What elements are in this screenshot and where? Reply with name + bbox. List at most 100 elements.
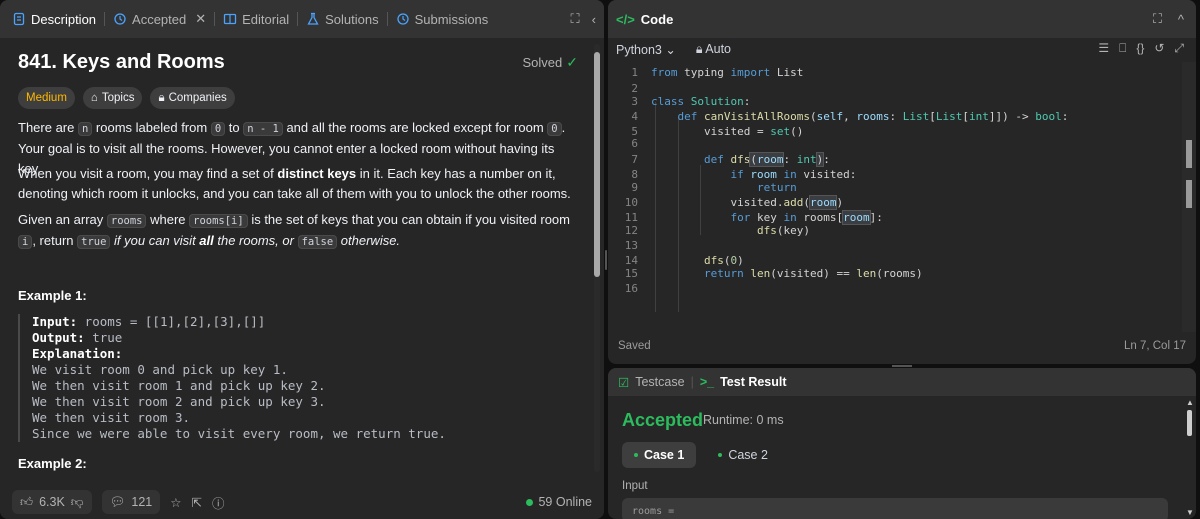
tab-separator: | (690, 375, 694, 389)
tab-accepted[interactable]: Accepted ✕ (107, 0, 212, 38)
explanation-line: Since we were able to visit every room, … (32, 426, 446, 441)
checkbox-icon: ☑ (618, 375, 630, 390)
test-scrollbar-thumb[interactable] (1187, 410, 1192, 436)
collapse-icon[interactable]: ‹ (592, 12, 596, 27)
problem-description: 841. Keys and Rooms Solved ✓ Medium ⌂ Top… (0, 38, 596, 479)
tag-icon: ⌂ (90, 92, 98, 104)
topics-chip[interactable]: ⌂ Topics (82, 87, 143, 109)
inline-code: rooms (106, 214, 147, 228)
scroll-marker (1186, 180, 1192, 208)
difficulty-badge[interactable]: Medium (18, 87, 75, 109)
tab-submissions[interactable]: Submissions (390, 0, 495, 38)
inline-code: rooms[i] (189, 214, 248, 228)
undo-icon[interactable]: ↺ (1154, 41, 1164, 55)
comments-button[interactable]: 💬︎ 121 (101, 490, 161, 514)
bookmark-icon[interactable]: ⎕ (1119, 41, 1126, 56)
italic-text: otherwise. (337, 233, 401, 248)
problem-footer: 👍︎ 6.3K 👎︎ 💬︎ 121 ☆ ⇱ ⓘ 59 Online (0, 485, 604, 519)
line-number: 7 (631, 153, 638, 166)
passed-dot-icon (718, 453, 723, 457)
tab-accepted-label: Accepted (132, 11, 187, 27)
maximize-icon[interactable]: ⛶ (571, 11, 580, 27)
line-number: 6 (631, 137, 638, 150)
code-editor[interactable]: 1 2 3 4 5 6 7 8 9 10 11 12 13 14 15 16 f… (608, 62, 1182, 332)
tab-separator (214, 12, 216, 26)
inline-code: false (297, 235, 338, 249)
input-label: Input (622, 480, 648, 492)
line-number: 9 (631, 181, 638, 194)
test-scrollbar[interactable]: ▲ ▼ (1184, 396, 1196, 519)
problem-panel: Description Accepted ✕ Editorial Solutio… (0, 0, 604, 519)
example-1-title: Example 1: (18, 288, 87, 303)
problem-title: 841. Keys and Rooms (18, 51, 225, 73)
case-2-tab[interactable]: Case 2 (706, 442, 780, 468)
code-line: def dfs(room: int): (703, 152, 830, 167)
bold-text: all (199, 233, 214, 248)
tab-separator (104, 12, 106, 26)
companies-chip[interactable]: 🔒︎ Companies (150, 87, 235, 109)
inline-code: n (77, 122, 93, 136)
like-dislike-group: 👍︎ 6.3K 👎︎ (12, 490, 92, 514)
star-icon[interactable]: ☆ (170, 495, 181, 510)
explanation-line: We visit room 0 and pick up key 1. (32, 362, 288, 377)
tab-submissions-label: Submissions (414, 11, 489, 27)
code-line: from typing import List (651, 66, 804, 79)
thumbs-down-icon[interactable]: 👎︎ (71, 495, 84, 510)
test-panel: ☑ Testcase | >_ Test Result Accepted Run… (608, 368, 1196, 519)
case-label: Case 1 (644, 448, 685, 462)
line-number: 8 (631, 168, 638, 181)
description-paragraph-3: Given an array rooms where rooms[i] is t… (18, 210, 578, 252)
notes-icon[interactable]: ☰ (1098, 41, 1109, 55)
topics-label: Topics (101, 92, 135, 104)
tab-editorial-label: Editorial (242, 11, 290, 27)
help-icon[interactable]: ⓘ (212, 493, 225, 512)
auto-mode[interactable]: 🔒︎ Auto (696, 42, 731, 57)
inline-code: true (77, 235, 111, 249)
companies-label: Companies (168, 92, 227, 104)
tab-editorial[interactable]: Editorial (217, 0, 295, 38)
language-select[interactable]: Python3 ⌄ (616, 42, 676, 57)
text: When you visit a room, you may find a se… (18, 166, 278, 181)
italic-text: if you can visit (110, 233, 200, 248)
close-icon[interactable]: ✕ (195, 11, 206, 27)
case-tabs: Case 1 Case 2 (622, 442, 780, 468)
book-icon (223, 13, 237, 25)
line-number: 14 (624, 254, 638, 267)
expand-icon[interactable]: ⤢ (1174, 41, 1184, 56)
scroll-up-icon[interactable]: ▲ (1186, 398, 1194, 407)
tab-testcase[interactable]: Testcase (635, 375, 684, 389)
description-scrollbar-thumb[interactable] (594, 52, 600, 277)
code-header: </> Code ⛶ ^ (608, 0, 1196, 38)
bold-text: distinct keys (277, 166, 357, 181)
code-line: dfs(0) (703, 254, 744, 267)
tab-solutions[interactable]: Solutions (300, 0, 384, 38)
share-icon[interactable]: ⇱ (191, 495, 201, 510)
output-value: true (84, 330, 123, 345)
maximize-icon[interactable]: ⛶ (1153, 11, 1162, 27)
tab-description[interactable]: Description (6, 0, 102, 38)
chevron-up-icon[interactable]: ^ (1178, 12, 1184, 27)
runtime-label: Runtime: 0 ms (703, 413, 784, 427)
passed-dot-icon (634, 453, 638, 457)
text: is the set of keys that you can obtain i… (247, 212, 570, 227)
code-line: dfs(key) (756, 224, 810, 237)
case-1-tab[interactable]: Case 1 (622, 442, 697, 468)
history-icon (396, 13, 409, 25)
scroll-down-icon[interactable]: ▼ (1186, 508, 1194, 517)
example-output-line: Output: true (32, 330, 578, 346)
solved-label: Solved (522, 55, 563, 70)
code-line: def canVisitAllRooms(self, rooms: List[L… (677, 110, 1069, 123)
braces-icon[interactable]: {} (1136, 41, 1144, 55)
editor-scrollbar[interactable] (1182, 62, 1196, 332)
cursor-position: Ln 7, Col 17 (1123, 340, 1186, 352)
online-indicator: 59 Online (526, 495, 592, 509)
code-line: return (756, 181, 797, 194)
example-1-block: Input: rooms = [[1],[2],[3],[]] Output: … (18, 314, 578, 442)
thumbs-up-icon[interactable]: 👍︎ (20, 495, 33, 510)
splitter-grip[interactable] (892, 365, 912, 367)
tab-test-result[interactable]: Test Result (720, 375, 786, 389)
inline-code: 0 (547, 122, 562, 136)
splitter-grip[interactable] (605, 250, 607, 270)
comment-icon: 💬︎ (109, 494, 126, 509)
input-preview: rooms = (632, 506, 675, 517)
